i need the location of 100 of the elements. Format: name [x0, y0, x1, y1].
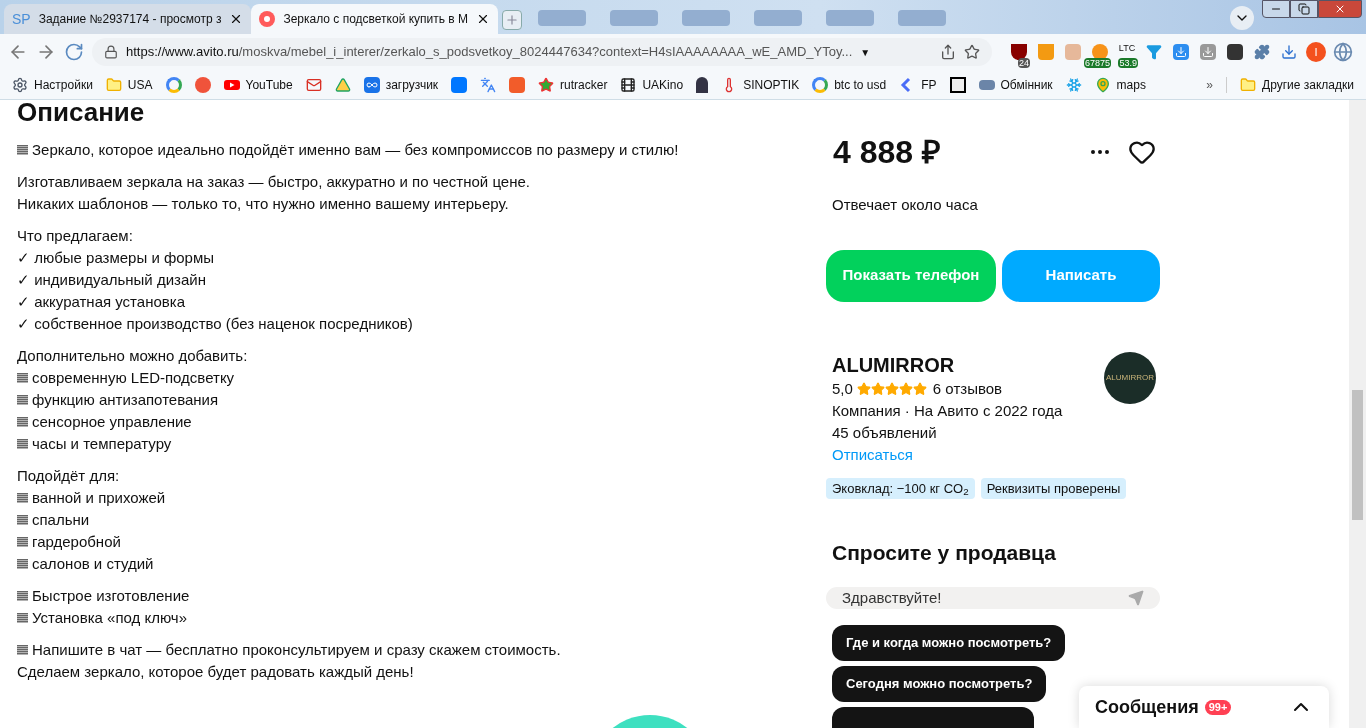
settings-icon — [12, 76, 28, 93]
g-logo-icon — [812, 76, 829, 93]
download-icon[interactable] — [1173, 44, 1189, 60]
bookmark-item[interactable]: Обмінник — [978, 75, 1053, 94]
dropdown-arrow[interactable]: ▼ — [860, 44, 871, 60]
bookmark-item[interactable]: UAKino — [620, 75, 684, 94]
description-line: Изготавливаем зеркала на заказ — быстро, аккуратно и по честной цене. — [17, 172, 530, 192]
tab-search-icon[interactable] — [1230, 6, 1254, 30]
question-chip[interactable]: Где и когда можно посмотреть? — [832, 625, 1066, 661]
translate-icon — [480, 76, 497, 93]
section-heading: Описание — [17, 100, 146, 125]
other-bookmarks-item[interactable]: Другие закладки — [1240, 75, 1354, 94]
triangle-icon — [334, 76, 351, 93]
seller-logo[interactable]: ALUMIRROR — [1104, 351, 1156, 404]
bookmark-item[interactable]: USA — [105, 75, 153, 94]
favorite-icon[interactable] — [1128, 138, 1156, 166]
browser-tab[interactable]: SP Задание №2937174 - просмотр з — [4, 4, 252, 34]
unread-badge: 99+ — [1204, 699, 1232, 715]
messages-title: Сообщения — [1095, 695, 1199, 719]
restore-icon[interactable] — [1298, 3, 1310, 15]
extension-badge: 67875 — [1083, 58, 1111, 68]
bookmark-label: Другие закладки — [1262, 76, 1354, 94]
description-line: ✓ любые размеры и формы — [17, 248, 215, 268]
tab-logo: SP — [12, 9, 31, 29]
square-logo-icon — [949, 76, 966, 93]
circle-logo-icon — [259, 11, 276, 27]
description-line: сенсорное управление — [32, 412, 192, 432]
description-line: функцию антизапотевания — [32, 390, 219, 410]
funnel-icon[interactable] — [1146, 44, 1162, 60]
bookmark-label: btc to usd — [834, 76, 887, 94]
bookmark-label: загрузчик — [385, 76, 439, 94]
download-icon[interactable] — [1200, 44, 1216, 60]
tab-title: Зеркало с подсветкой купить в М — [283, 11, 469, 28]
bookmark-item[interactable]: загрузчик — [363, 75, 439, 94]
film-icon — [620, 76, 637, 93]
circle-logo-icon — [194, 76, 211, 93]
description-line: Никаких шаблонов — только то, что нужно именно вашему интерьеру. — [17, 194, 509, 214]
folder-icon — [1240, 76, 1257, 93]
section-heading: Спросите у продавца — [831, 540, 1057, 566]
download-icon[interactable] — [1281, 44, 1297, 60]
reload-icon[interactable] — [64, 42, 84, 62]
snowflake-icon — [1065, 76, 1082, 93]
restore-button[interactable] — [1290, 0, 1318, 18]
description-line: Сделаем зеркало, которое будет радовать каждый день! — [17, 662, 414, 682]
extension-badge: 53.9 — [1118, 58, 1138, 68]
response-time: Отвечает около часа — [831, 195, 979, 215]
ltc-label[interactable]: LTC — [1118, 43, 1136, 53]
square-logo-icon[interactable] — [1227, 44, 1243, 60]
description-line: Зеркало, которое идеально подойдёт именно вам — без компромиссов по размеру и стилю! — [32, 140, 679, 160]
bookmark-item[interactable]: rutracker — [538, 75, 608, 94]
infinity-icon — [363, 76, 380, 93]
message-field[interactable]: Здравствуйте! — [826, 586, 1160, 609]
send-icon[interactable] — [1128, 589, 1144, 606]
seller-tag: Эковклад: −100 кг CO$_{2}$ — [826, 477, 975, 499]
bookmark-item[interactable]: Настройки — [12, 75, 93, 94]
share-icon[interactable] — [940, 44, 956, 60]
globe-icon[interactable] — [1333, 42, 1353, 62]
puzzle-icon[interactable] — [1254, 44, 1270, 60]
description-line: ✓ индивидуальный дизайн — [17, 270, 206, 290]
description-line: ванной и прихожей — [32, 488, 166, 508]
minimize-button[interactable] — [1262, 0, 1290, 18]
bookmark-item[interactable]: maps — [1094, 75, 1146, 94]
bookmark-label: Настройки — [34, 76, 93, 94]
lock-icon[interactable] — [104, 45, 118, 59]
bookmark-label: maps — [1116, 76, 1146, 94]
description-line: гардеробной — [32, 532, 121, 552]
description-line: спальни — [32, 510, 90, 530]
description-line: ✓ аккуратная установка — [17, 292, 185, 312]
bookmark-item[interactable] — [949, 76, 966, 93]
seller-tag: Реквизиты проверены — [980, 477, 1127, 499]
bookmark-item[interactable]: btc to usd — [812, 75, 887, 94]
bookmark-item[interactable]: SINOPTIK — [721, 75, 800, 94]
bookmark-star-icon[interactable] — [964, 44, 980, 60]
description-line: Установка «под ключ» — [32, 608, 188, 628]
bookmark-label: UAKino — [642, 76, 684, 94]
url-text: https://www.avito.ru/moskva/mebel_i_interer/zerkalo_s_podsvetkoy_8024447634?context=H4sIAAAAAAAA_wE_AMD_YToy... — [126, 43, 853, 62]
bookmark-label: USA — [127, 76, 153, 94]
description-line: часы и температуру — [32, 434, 172, 454]
bookmark-item[interactable]: FP — [899, 75, 937, 94]
bookmark-label: YouTube — [245, 76, 293, 94]
rating-value: 5,0 — [832, 378, 853, 399]
bookmark-label: FP — [921, 76, 937, 94]
more-bookmarks-button[interactable]: » — [1206, 75, 1214, 94]
map-pin-icon — [1094, 76, 1111, 93]
close-button[interactable] — [1318, 0, 1362, 18]
description-line: ✓ собственное производство (без наценок посредников) — [17, 314, 413, 334]
question-chip[interactable]: Сегодня можно посмотреть? — [832, 666, 1047, 702]
mail-icon — [305, 76, 322, 93]
bookmark-label: rutracker — [560, 76, 608, 94]
bookmark-label: Обмінник — [1000, 76, 1053, 94]
description-line: Что предлагаем: — [17, 226, 133, 246]
description-line: Дополнительно можно добавить: — [17, 346, 248, 366]
ads-count[interactable]: 45 объявлений — [832, 421, 1104, 444]
address-bar[interactable]: https://www.avito.ru/moskva/mebel_i_interer/zerkalo_s_podsvetkoy_8024447634?context=H4sIAAAAAAAA_wE_AMD_YToy... ▼ — [92, 38, 992, 66]
browser-tab[interactable]: Зеркало с подсветкой купить в М — [251, 4, 499, 34]
star-icon — [538, 76, 555, 93]
bookmark-item[interactable]: YouTube — [223, 75, 293, 94]
messages-widget[interactable]: Сообщения 99+ — [1079, 686, 1329, 728]
seller-name[interactable]: ALUMIRROR — [832, 351, 1104, 378]
reviews-link[interactable]: 6 отзывов — [932, 377, 1003, 400]
